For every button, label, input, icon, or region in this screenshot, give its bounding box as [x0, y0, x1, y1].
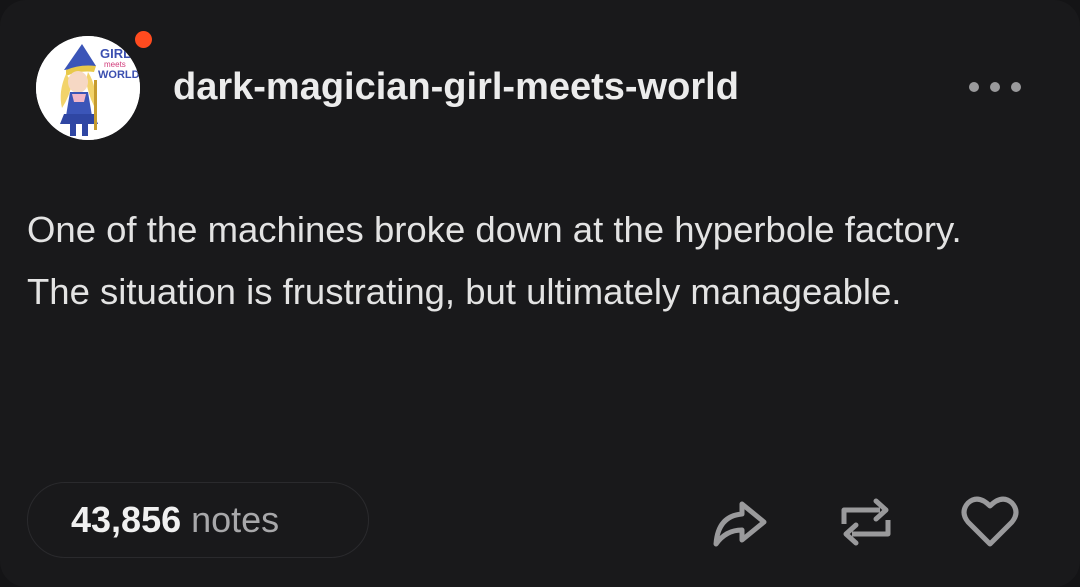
more-dots-icon [1011, 82, 1021, 92]
reblog-icon [841, 498, 891, 546]
avatar-text-meets: meets [104, 60, 126, 69]
share-button[interactable] [706, 490, 770, 554]
post-username[interactable]: dark-magician-girl-meets-world [173, 66, 739, 109]
notes-label: notes [191, 499, 280, 540]
notes-button[interactable]: 43,856 notes [27, 482, 369, 558]
reblog-button[interactable] [834, 490, 898, 554]
avatar-text-world: WORLD [98, 69, 140, 81]
more-dots-icon [969, 82, 979, 92]
share-arrow-icon [713, 501, 767, 547]
more-dots-icon [990, 82, 1000, 92]
avatar-text-girl: GIRL [100, 46, 131, 61]
like-button[interactable] [958, 490, 1022, 554]
avatar-image: GIRL meets WORLD [36, 36, 140, 140]
online-status-dot [135, 31, 152, 48]
post-card: GIRL meets WORLD dark-magician-girl-meet… [0, 0, 1080, 587]
post-body-text: One of the machines broke down at the hy… [27, 209, 962, 312]
more-options-button[interactable] [965, 72, 1025, 102]
notes-count: 43,856 [71, 499, 182, 540]
heart-icon [961, 496, 1019, 547]
avatar[interactable]: GIRL meets WORLD [36, 36, 140, 140]
